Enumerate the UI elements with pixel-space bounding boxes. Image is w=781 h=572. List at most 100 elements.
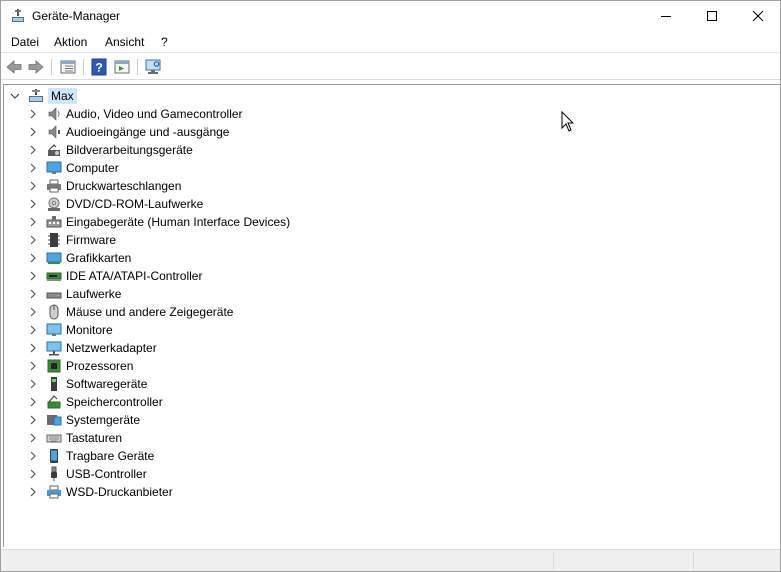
chevron-right-icon[interactable] [28, 451, 38, 461]
help-icon[interactable]: ? [90, 58, 108, 76]
tree-category-item[interactable]: Mäuse und andere Zeigegeräte [28, 303, 233, 321]
chevron-right-icon[interactable] [28, 199, 38, 209]
category-label: Audioeingänge und -ausgänge [66, 125, 230, 139]
chevron-right-icon[interactable] [28, 433, 38, 443]
back-icon[interactable] [5, 58, 23, 76]
chevron-right-icon[interactable] [28, 217, 38, 227]
mouse-cursor-icon [561, 111, 575, 132]
chevron-right-icon[interactable] [28, 397, 38, 407]
minimize-button[interactable] [643, 1, 689, 31]
toolbar-separator [137, 59, 138, 75]
chevron-right-icon[interactable] [28, 145, 38, 155]
menu-help[interactable]: ? [161, 35, 168, 49]
category-label: IDE ATA/ATAPI-Controller [66, 269, 203, 283]
category-label: Audio, Video und Gamecontroller [66, 107, 243, 121]
menu-datei[interactable]: Datei [11, 35, 39, 49]
storage-controller-icon [47, 395, 61, 409]
monitor-icon [46, 161, 62, 174]
category-label: Druckwarteschlangen [66, 179, 182, 193]
category-label: Grafikkarten [66, 251, 132, 265]
tree-category-item[interactable]: DVD/CD-ROM-Laufwerke [28, 195, 203, 213]
tree-category-item[interactable]: Tragbare Geräte [28, 447, 154, 465]
portable-device-icon [50, 449, 58, 463]
tree-category-item[interactable]: IDE ATA/ATAPI-Controller [28, 267, 202, 285]
tree-category-item[interactable]: Laufwerke [28, 285, 121, 303]
tree-category-item[interactable]: WSD-Druckanbieter [28, 483, 173, 501]
tree-category-item[interactable]: Monitore [28, 321, 113, 339]
ide-controller-icon [46, 272, 62, 281]
tree-category-item[interactable]: Audio, Video und Gamecontroller [28, 105, 243, 123]
category-label: Firmware [66, 233, 116, 247]
chevron-right-icon[interactable] [28, 181, 38, 191]
category-label: Systemgeräte [66, 413, 141, 427]
minimize-icon [661, 16, 671, 17]
tree-category-item[interactable]: Computer [28, 159, 119, 177]
chevron-right-icon[interactable] [28, 487, 38, 497]
disc-drive-icon [48, 197, 60, 211]
chevron-right-icon[interactable] [28, 235, 38, 245]
chevron-right-icon[interactable] [28, 469, 38, 479]
chevron-right-icon[interactable] [28, 127, 38, 137]
svg-text:?: ? [95, 61, 102, 75]
scan-hardware-icon[interactable] [144, 58, 162, 76]
update-driver-icon[interactable] [113, 58, 131, 76]
category-label: Prozessoren [66, 359, 134, 373]
category-label: Softwaregeräte [66, 377, 148, 391]
chevron-right-icon[interactable] [28, 343, 38, 353]
tree-root[interactable]: Max [10, 87, 77, 105]
category-label: Mäuse und andere Zeigegeräte [66, 305, 234, 319]
forward-icon[interactable] [27, 58, 45, 76]
maximize-icon [707, 11, 717, 21]
tree-category-item[interactable]: Systemgeräte [28, 411, 140, 429]
menu-aktion[interactable]: Aktion [54, 35, 87, 49]
chevron-right-icon[interactable] [28, 109, 38, 119]
device-tree[interactable]: Max Audio, Video und Gamecontroller Audi… [3, 84, 780, 547]
category-label: Tragbare Geräte [66, 449, 155, 463]
tree-category-item[interactable]: Prozessoren [28, 357, 133, 375]
chevron-right-icon[interactable] [28, 307, 38, 317]
tree-category-item[interactable]: Firmware [28, 231, 116, 249]
speaker-icon [48, 107, 60, 121]
menu-ansicht[interactable]: Ansicht [105, 35, 144, 49]
tree-category-item[interactable]: Tastaturen [28, 429, 122, 447]
system-device-icon [47, 415, 62, 426]
keyboard-icon [46, 434, 62, 443]
category-label: DVD/CD-ROM-Laufwerke [66, 197, 204, 211]
tree-category-item[interactable]: Audioeingänge und -ausgänge [28, 123, 229, 141]
camera-icon [48, 144, 60, 156]
chevron-right-icon[interactable] [28, 379, 38, 389]
window-title: Geräte-Manager [32, 9, 121, 23]
graphics-card-icon [46, 252, 62, 264]
close-button[interactable] [735, 1, 781, 31]
category-label: Netzwerkadapter [66, 341, 157, 355]
chevron-down-icon[interactable] [10, 91, 20, 101]
tree-category-item[interactable]: Speichercontroller [28, 393, 163, 411]
toolbar-separator [83, 59, 84, 75]
chevron-right-icon[interactable] [28, 415, 38, 425]
chevron-right-icon[interactable] [28, 163, 38, 173]
category-label: Laufwerke [66, 287, 122, 301]
tree-category-item[interactable]: Bildverarbeitungsgeräte [28, 141, 193, 159]
tree-category-item[interactable]: Netzwerkadapter [28, 339, 157, 357]
status-bar [1, 549, 780, 571]
chevron-right-icon[interactable] [28, 325, 38, 335]
chevron-right-icon[interactable] [28, 361, 38, 371]
tree-category-item[interactable]: Grafikkarten [28, 249, 131, 267]
usb-controller-icon [51, 466, 57, 481]
audio-io-icon [48, 125, 60, 139]
close-icon [752, 10, 764, 22]
properties-icon[interactable] [59, 58, 77, 76]
tree-category-item[interactable]: Druckwarteschlangen [28, 177, 181, 195]
maximize-button[interactable] [689, 1, 735, 31]
chevron-right-icon[interactable] [28, 253, 38, 263]
tree-category-item[interactable]: Eingabegeräte (Human Interface Devices) [28, 213, 290, 231]
tree-category-item[interactable]: USB-Controller [28, 465, 147, 483]
chevron-right-icon[interactable] [28, 271, 38, 281]
chevron-right-icon[interactable] [28, 289, 38, 299]
tree-root-label: Max [48, 88, 77, 104]
processor-icon [47, 359, 61, 373]
menu-bar: Datei Aktion Ansicht ? [1, 31, 780, 53]
tree-category-item[interactable]: Softwaregeräte [28, 375, 147, 393]
status-cell [553, 552, 693, 570]
title-bar[interactable]: Geräte-Manager [1, 1, 780, 31]
